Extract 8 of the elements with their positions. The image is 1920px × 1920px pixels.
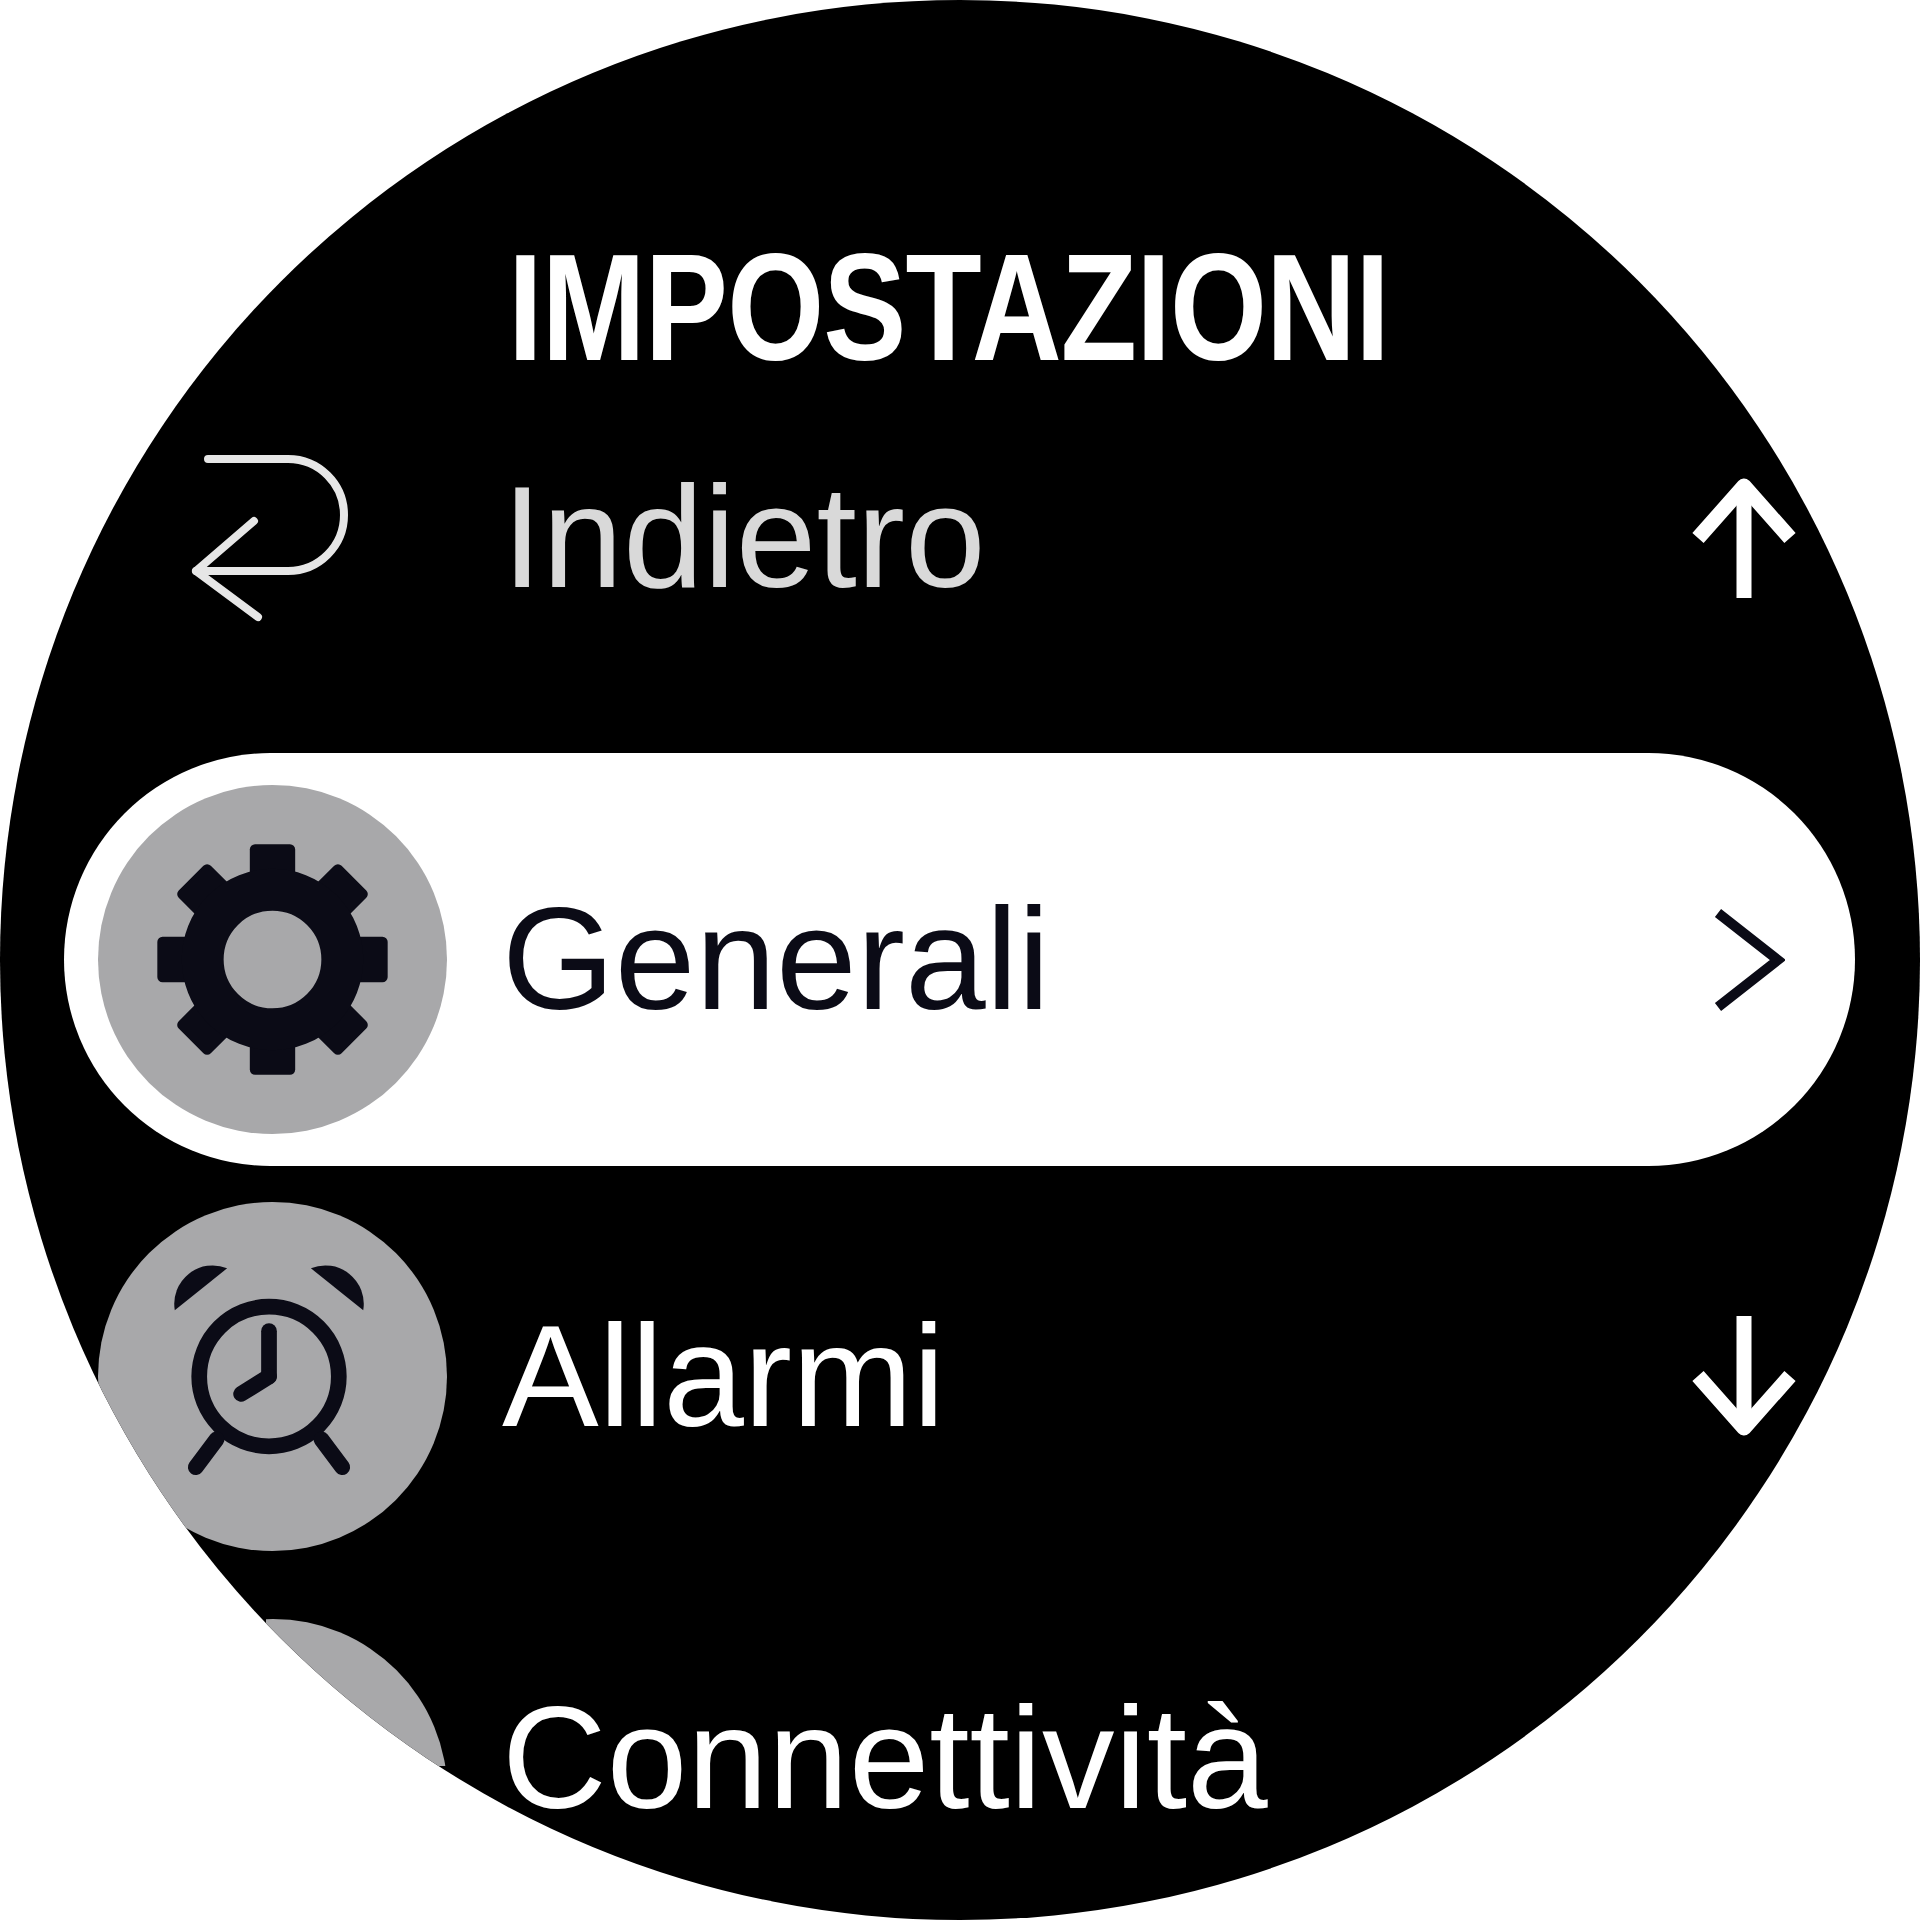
menu-item[interactable]: Connettività	[502, 1686, 1268, 1832]
chevron-right-icon	[1712, 906, 1785, 1013]
menu-item[interactable]: Indietro	[502, 464, 986, 610]
gear-icon	[98, 785, 447, 1135]
menu-item[interactable]: Generali	[64, 753, 1855, 1167]
alarm-clock-icon	[98, 1202, 447, 1552]
menu-item[interactable]: Allarmi	[502, 1304, 946, 1450]
screen-title: IMPOSTAZIONI	[508, 243, 1390, 373]
